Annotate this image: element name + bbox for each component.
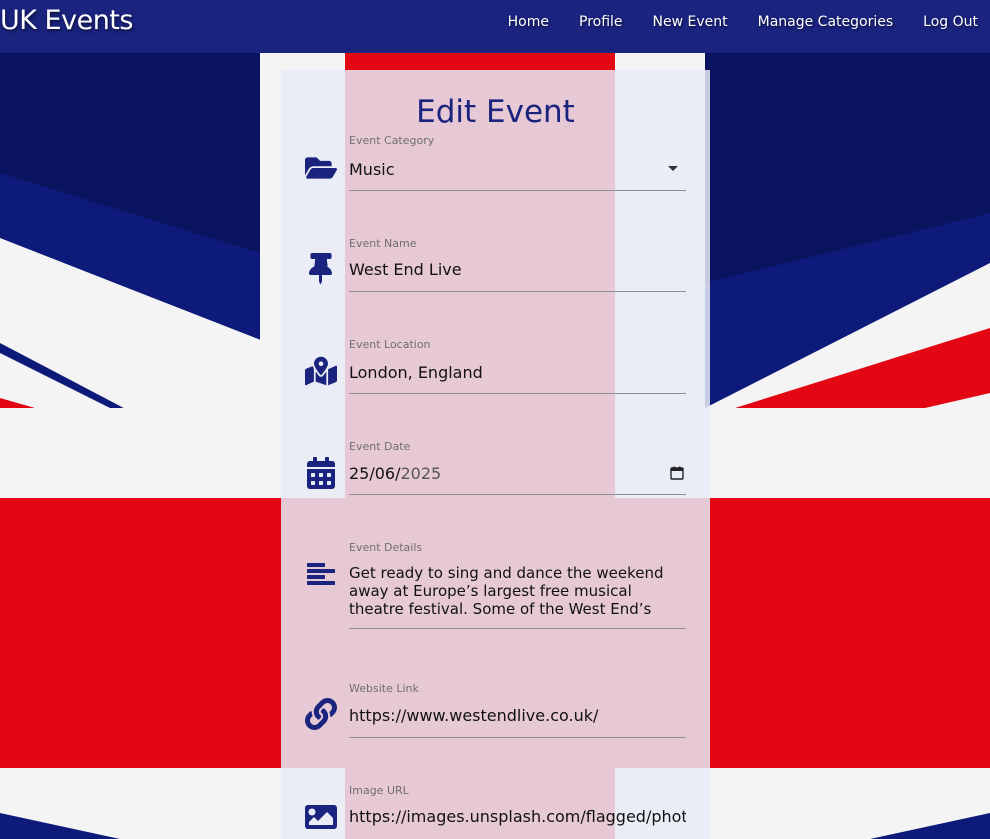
details-label: Event Details <box>349 541 423 554</box>
location-underline <box>349 393 686 394</box>
image-field: Image URL https://images.unsplash.com/fl… <box>281 784 710 839</box>
nav-log-out[interactable]: Log Out <box>923 14 978 30</box>
image-url-input[interactable]: https://images.unsplash.com/flagged/phot… <box>349 807 686 826</box>
edit-event-card: Edit Event Event Category Music Event Na… <box>281 70 710 839</box>
name-field: Event Name West End Live <box>281 237 710 327</box>
folder-open-icon <box>304 151 338 185</box>
nav-new-event[interactable]: New Event <box>653 14 728 30</box>
location-field: Event Location London, England <box>281 338 710 428</box>
website-input[interactable]: https://www.westendlive.co.uk/ <box>349 706 686 725</box>
category-field: Event Category Music <box>281 134 710 224</box>
location-input[interactable]: London, England <box>349 363 686 382</box>
date-year: 2025 <box>400 464 442 483</box>
category-underline <box>349 190 686 191</box>
date-input[interactable]: 25/06/2025 <box>349 464 686 483</box>
nav-profile[interactable]: Profile <box>579 14 623 30</box>
nav-home[interactable]: Home <box>508 14 549 30</box>
date-day: 25 <box>349 464 370 483</box>
chevron-down-icon[interactable] <box>668 166 678 171</box>
name-input[interactable]: West End Live <box>349 260 686 279</box>
name-underline <box>349 291 686 292</box>
nav-links: Home Profile New Event Manage Categories… <box>508 14 978 30</box>
align-left-icon <box>304 556 338 590</box>
date-label: Event Date <box>349 440 411 453</box>
details-field: Event Details Get ready to sing and danc… <box>281 541 710 636</box>
map-marked-icon <box>304 354 338 388</box>
name-label: Event Name <box>349 237 417 250</box>
details-textarea[interactable]: Get ready to sing and dance the weekend … <box>349 564 686 620</box>
nav-manage-categories[interactable]: Manage Categories <box>758 14 894 30</box>
details-underline <box>349 628 686 629</box>
website-field: Website Link https://www.westendlive.co.… <box>281 682 710 772</box>
page-title: Edit Event <box>416 94 575 130</box>
category-label: Event Category <box>349 134 435 147</box>
image-label: Image URL <box>349 784 409 797</box>
navbar: UK Events Home Profile New Event Manage … <box>0 0 990 53</box>
link-icon <box>304 697 338 731</box>
date-month: 06 <box>374 464 396 483</box>
category-select[interactable]: Music <box>349 160 686 179</box>
website-underline <box>349 737 686 738</box>
date-underline <box>349 494 686 495</box>
date-field: Event Date 25/06/2025 <box>281 440 710 530</box>
image-icon <box>304 800 338 834</box>
calendar-picker-icon[interactable] <box>670 466 684 480</box>
location-label: Event Location <box>349 338 431 351</box>
thumbtack-icon <box>304 252 338 286</box>
website-label: Website Link <box>349 682 419 695</box>
calendar-icon <box>304 456 338 490</box>
brand-logo[interactable]: UK Events <box>0 5 133 36</box>
